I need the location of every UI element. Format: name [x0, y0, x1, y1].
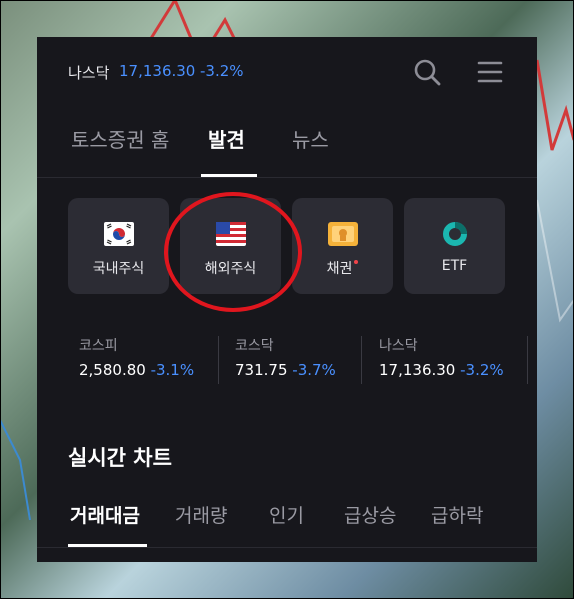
search-icon[interactable]: [412, 57, 442, 87]
chart-tab-volume[interactable]: 거래량: [175, 501, 227, 528]
category-label: 채권: [292, 258, 393, 278]
main-tabs: 토스증권 홈 발견 뉴스: [37, 119, 537, 177]
app-screen: 나스닥 17,136.30 -3.2% 토스증권 홈 발견 뉴스 국내주식 해외…: [37, 37, 537, 562]
divider: [37, 547, 537, 548]
category-label: 국내주식: [92, 261, 145, 277]
chart-tab-popular[interactable]: 인기: [269, 501, 304, 528]
index-value-row: 17,136.30 -3.2%: [379, 361, 504, 379]
divider: [37, 177, 537, 178]
index-value: 2,580.80: [79, 361, 146, 379]
chart-tab-plunge[interactable]: 급하락: [431, 501, 483, 528]
index-value-row: 2,580.80 -3.1%: [79, 361, 194, 379]
top-bar: 나스닥 17,136.30 -3.2%: [37, 37, 537, 107]
index-name: 코스피: [79, 338, 118, 354]
tab-discover[interactable]: 발견: [208, 124, 245, 153]
index-name: 나스닥: [379, 338, 418, 354]
index-change: -3.7%: [292, 361, 336, 379]
index-change: -3.1%: [150, 361, 195, 379]
annotation-circle: [164, 192, 302, 312]
index-nasdaq[interactable]: 나스닥 17,136.30 -3.2%: [379, 335, 504, 385]
ticker-change: -3.2%: [200, 62, 244, 80]
index-name: 코스닥: [235, 338, 274, 354]
divider: [527, 336, 528, 384]
category-bonds[interactable]: 채권: [292, 198, 393, 294]
menu-icon[interactable]: [475, 57, 505, 87]
chart-tab-trading-value[interactable]: 거래대금: [70, 501, 140, 528]
bond-icon: [328, 222, 358, 246]
chart-tab-surge[interactable]: 급상승: [344, 501, 396, 528]
index-kosdaq[interactable]: 코스닥 731.75 -3.7%: [235, 335, 336, 385]
category-etf[interactable]: ETF: [404, 198, 505, 294]
ticker-value: 17,136.30: [119, 62, 196, 80]
korea-flag-icon: [104, 222, 134, 246]
section-title: 실시간 차트: [68, 446, 172, 470]
category-label-text: 채권: [326, 261, 353, 277]
category-domestic-stocks[interactable]: 국내주식: [68, 198, 169, 294]
new-badge-dot: [354, 260, 359, 264]
index-change: -3.2%: [460, 361, 504, 379]
index-kospi[interactable]: 코스피 2,580.80 -3.1%: [79, 335, 194, 385]
tab-toss-home[interactable]: 토스증권 홈: [71, 124, 169, 153]
tab-news[interactable]: 뉴스: [292, 124, 329, 153]
index-value: 17,136.30: [379, 361, 456, 379]
index-value: 731.75: [235, 361, 288, 379]
ticker-name: 나스닥: [68, 64, 110, 82]
divider: [218, 336, 219, 384]
index-value-row: 731.75 -3.7%: [235, 361, 336, 379]
etf-donut-icon: [440, 222, 470, 246]
category-label: ETF: [441, 258, 468, 274]
divider: [361, 336, 362, 384]
